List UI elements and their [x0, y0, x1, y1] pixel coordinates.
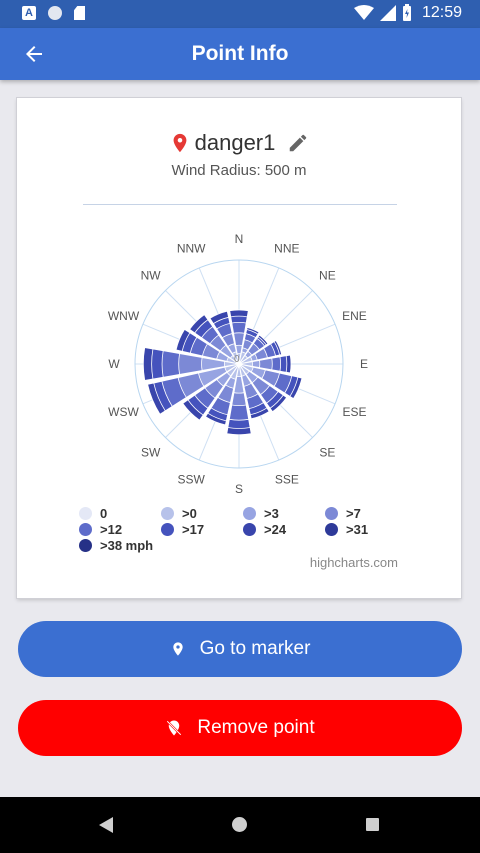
point-info-card: danger1 Wind Radius: 500 m N NNE NE ENE E ESE… [17, 98, 461, 598]
legend-marker [79, 507, 92, 520]
legend-item[interactable]: 0 [79, 506, 107, 521]
direction-label-wnw: WNW [108, 309, 140, 323]
status-bar: A 12:59 [0, 0, 480, 28]
notification-a-icon: A [22, 6, 36, 20]
nav-home-icon[interactable] [232, 817, 247, 832]
direction-label-ese: ESE [342, 405, 366, 419]
direction-label-s: S [235, 482, 243, 496]
status-left-icons: A [22, 6, 85, 20]
nav-recents-icon[interactable] [366, 818, 379, 831]
notification-circle-icon [48, 6, 62, 20]
direction-label-n: N [235, 232, 244, 246]
point-header: danger1 [17, 130, 461, 156]
legend-label: >3 [264, 506, 279, 521]
legend-item[interactable]: >38 mph [79, 538, 153, 553]
legend-item[interactable]: >24 [243, 522, 286, 537]
legend-marker [325, 507, 338, 520]
wifi-icon [353, 5, 374, 20]
legend-item[interactable]: >0 [161, 506, 197, 521]
legend-label: >17 [182, 522, 205, 537]
location-pin-icon [173, 133, 187, 153]
direction-label-ssw: SSW [177, 472, 205, 486]
app-bar: Point Info [0, 28, 480, 80]
legend-label: 0 [100, 506, 108, 521]
pencil-icon[interactable] [287, 132, 309, 154]
status-right-icons: 12:59 [353, 4, 462, 22]
remove-point-label: Remove point [197, 717, 315, 738]
direction-label-nw: NW [141, 269, 162, 283]
legend-marker [325, 523, 338, 536]
legend-label: >38 mph [100, 538, 154, 553]
nav-back-icon[interactable] [99, 817, 113, 833]
direction-label-nne: NNE [274, 242, 299, 256]
legend-label: >7 [346, 506, 361, 521]
direction-label-w: W [108, 357, 120, 371]
direction-label-sse: SSE [275, 472, 299, 486]
legend-marker [79, 539, 92, 552]
location-off-icon [166, 720, 182, 736]
legend-item[interactable]: >17 [161, 522, 204, 537]
legend-marker [161, 507, 174, 520]
legend-label: >0 [182, 506, 197, 521]
signal-icon [379, 5, 396, 21]
direction-label-e: E [360, 357, 368, 371]
sd-card-icon [74, 6, 85, 20]
direction-label-se: SE [319, 445, 335, 459]
legend-label: >24 [264, 522, 287, 537]
page-title: Point Info [191, 42, 289, 65]
direction-label-nnw: NNW [177, 242, 206, 256]
direction-label-ene: ENE [342, 309, 367, 323]
chart-credits[interactable]: highcharts.com [310, 555, 398, 570]
battery-icon [402, 4, 411, 21]
remove-point-button[interactable]: Remove point [18, 700, 462, 756]
direction-label-sw: SW [141, 445, 161, 459]
point-name: danger1 [194, 130, 276, 155]
direction-label-ne: NE [319, 269, 336, 283]
center-label: 0 [234, 354, 240, 365]
status-time: 12:59 [421, 4, 462, 21]
legend-label: >12 [100, 522, 123, 537]
legend-marker [243, 523, 256, 536]
go-to-marker-button[interactable]: Go to marker [18, 621, 462, 677]
divider [83, 204, 397, 205]
legend-item[interactable]: >7 [325, 506, 361, 521]
legend-marker [161, 523, 174, 536]
system-nav-bar [0, 797, 480, 853]
legend-marker [79, 523, 92, 536]
map-marker-icon [172, 642, 183, 656]
direction-label-wsw: WSW [108, 405, 139, 419]
legend-label: >31 [346, 522, 369, 537]
legend-item[interactable]: >3 [243, 506, 279, 521]
wind-radius-subtitle: Wind Radius: 500 m [171, 162, 307, 179]
legend-item[interactable]: >31 [325, 522, 368, 537]
legend-marker [243, 507, 256, 520]
go-to-marker-label: Go to marker [199, 638, 311, 659]
legend-item[interactable]: >12 [79, 522, 122, 537]
wind-rose-chart: N NNE NE ENE E ESE SE SSE S SSW SW WSW W WNW NW NNW 0 [108, 232, 368, 496]
